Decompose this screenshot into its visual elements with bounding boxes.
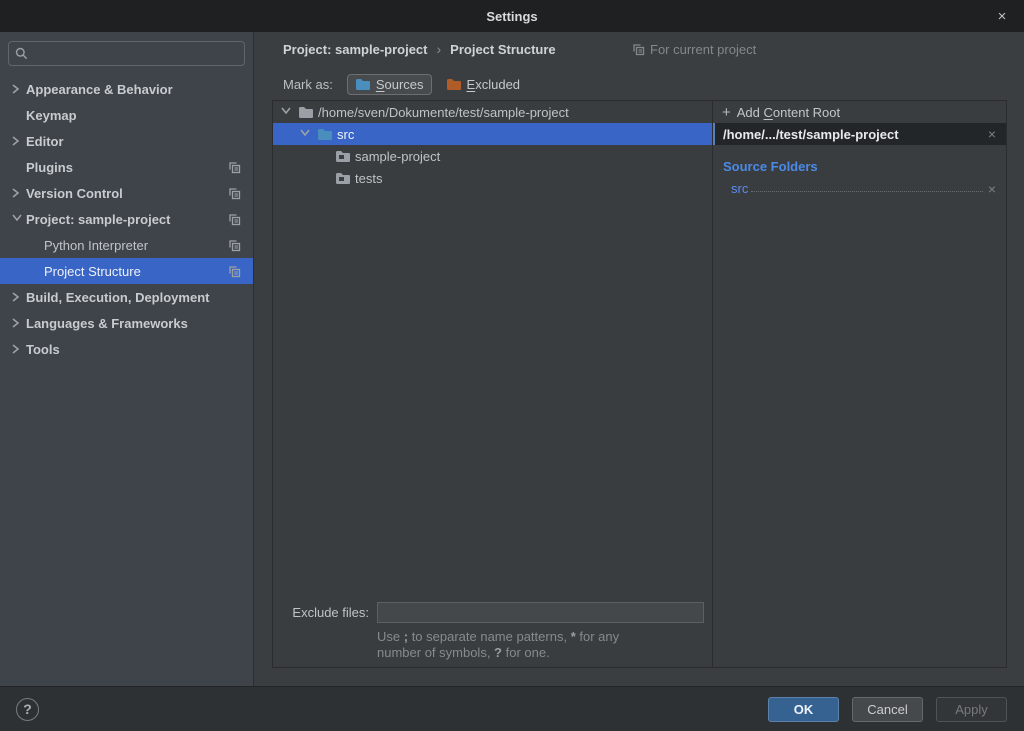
settings-sync-icon — [228, 161, 241, 174]
source-folder-link[interactable]: src — [731, 181, 748, 196]
settings-sidebar: Appearance & Behavior Keymap Editor Plug… — [0, 32, 254, 686]
window-close-button[interactable]: × — [990, 0, 1014, 32]
breadcrumb-page: Project Structure — [450, 42, 555, 57]
scope-indicator: For current project — [632, 40, 756, 58]
content-roots-panel: + Add Content Root /home/.../test/sample… — [712, 101, 1006, 667]
sidebar-item-tools[interactable]: Tools — [0, 336, 253, 362]
exclude-files-hint: Use ; to separate name patterns, * for a… — [377, 629, 704, 661]
sidebar-item-build-execution-deployment[interactable]: Build, Execution, Deployment — [0, 284, 253, 310]
chevron-right-icon[interactable] — [12, 84, 26, 94]
mark-as-label: Mark as: — [283, 77, 333, 92]
chevron-down-icon[interactable] — [12, 214, 26, 224]
remove-content-root-icon[interactable]: × — [988, 126, 996, 142]
chevron-down-icon[interactable] — [300, 129, 313, 139]
chevron-right-icon[interactable] — [12, 318, 26, 328]
exclude-files-label: Exclude files: — [273, 605, 369, 620]
tree-row-src[interactable]: src — [273, 123, 712, 145]
settings-search-field[interactable] — [8, 41, 245, 66]
chevron-right-icon[interactable] — [12, 188, 26, 198]
sidebar-item-version-control[interactable]: Version Control — [0, 180, 253, 206]
search-icon — [15, 47, 28, 60]
help-button[interactable]: ? — [16, 698, 39, 721]
mark-as-excluded-button[interactable]: Excluded — [438, 74, 528, 95]
chevron-down-icon[interactable] — [281, 107, 294, 117]
settings-sync-icon — [228, 213, 241, 226]
breadcrumb-project[interactable]: Project: sample-project — [283, 42, 428, 57]
ok-button[interactable]: OK — [768, 697, 839, 722]
settings-sync-icon — [228, 239, 241, 252]
sidebar-item-languages-frameworks[interactable]: Languages & Frameworks — [0, 310, 253, 336]
source-folder-row[interactable]: src × — [731, 178, 996, 196]
directory-tree: /home/sven/Dokumente/test/sample-project… — [273, 101, 712, 667]
sidebar-item-editor[interactable]: Editor — [0, 128, 253, 154]
dialog-footer: ? OK Cancel Apply — [0, 686, 1024, 731]
exclude-files-section: Exclude files: Use ; to separate name pa… — [273, 602, 712, 661]
window-titlebar: Settings × — [0, 0, 1024, 32]
remove-source-folder-icon[interactable]: × — [988, 182, 996, 196]
source-folders-heading: Source Folders — [723, 159, 1006, 174]
chevron-right-icon[interactable] — [12, 136, 26, 146]
tree-row-content-root[interactable]: /home/sven/Dokumente/test/sample-project — [273, 101, 712, 123]
settings-sync-icon — [228, 187, 241, 200]
scope-label: For current project — [650, 42, 756, 57]
sidebar-item-python-interpreter[interactable]: Python Interpreter — [0, 232, 253, 258]
sidebar-item-project[interactable]: Project: sample-project — [0, 206, 253, 232]
folder-icon — [335, 149, 351, 164]
sidebar-item-keymap[interactable]: Keymap — [0, 102, 253, 128]
breadcrumb: Project: sample-project › Project Struct… — [283, 40, 556, 58]
apply-button[interactable]: Apply — [936, 697, 1007, 722]
excluded-folder-icon — [446, 77, 462, 92]
sidebar-item-appearance-behavior[interactable]: Appearance & Behavior — [0, 76, 253, 102]
mark-as-sources-button[interactable]: Sources — [347, 74, 432, 95]
source-folder-icon — [317, 127, 333, 142]
settings-sync-icon — [632, 43, 645, 56]
mark-as-toolbar: Mark as: Sources Excluded — [283, 72, 528, 97]
chevron-right-icon[interactable] — [12, 344, 26, 354]
content-root-path: /home/.../test/sample-project — [723, 127, 899, 142]
breadcrumb-separator: › — [437, 41, 442, 57]
plus-icon: + — [722, 105, 731, 120]
folder-icon — [335, 171, 351, 186]
project-structure-panels: /home/sven/Dokumente/test/sample-project… — [272, 100, 1007, 668]
tree-row-sample-project[interactable]: sample-project — [273, 145, 712, 167]
settings-sync-icon — [228, 265, 241, 278]
chevron-right-icon[interactable] — [12, 292, 26, 302]
dotted-leader — [751, 191, 982, 192]
add-content-root-button[interactable]: + Add Content Root — [713, 101, 1006, 123]
sidebar-item-plugins[interactable]: Plugins — [0, 154, 253, 180]
content-root-row[interactable]: /home/.../test/sample-project × — [713, 123, 1006, 145]
sidebar-item-project-structure[interactable]: Project Structure — [0, 258, 253, 284]
exclude-files-input[interactable] — [377, 602, 704, 623]
tree-row-tests[interactable]: tests — [273, 167, 712, 189]
folder-icon — [298, 105, 314, 120]
window-title: Settings — [486, 9, 537, 24]
sources-folder-icon — [355, 77, 371, 92]
cancel-button[interactable]: Cancel — [852, 697, 923, 722]
